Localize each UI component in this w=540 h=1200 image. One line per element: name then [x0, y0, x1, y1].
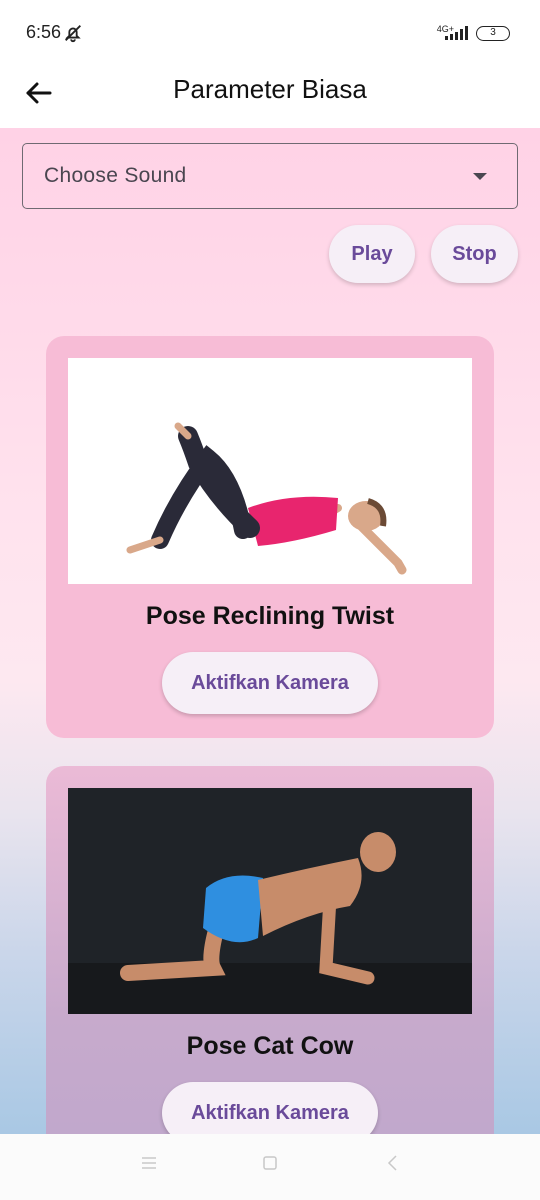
dropdown-label: Choose Sound — [44, 164, 187, 187]
back-icon[interactable] — [384, 1154, 402, 1172]
battery-icon: 3 — [476, 26, 510, 41]
menu-icon[interactable] — [140, 1154, 158, 1172]
pose-title: Pose Cat Cow — [186, 1032, 354, 1060]
signal-icon — [445, 26, 468, 40]
sound-dropdown[interactable]: Choose Sound — [22, 143, 518, 209]
page-title: Parameter Biasa — [173, 74, 367, 104]
play-button[interactable]: Play — [329, 225, 415, 283]
reclining-twist-photo — [68, 358, 472, 584]
pose-title: Pose Reclining Twist — [145, 602, 395, 630]
activate-camera-button[interactable]: Aktifkan Kamera — [162, 652, 378, 714]
caret-down-icon — [473, 173, 487, 180]
status-bar: 6:56 4G+ 3 — [0, 0, 540, 62]
pose-card: Pose Reclining Twist Aktifkan Kamera — [46, 336, 494, 738]
system-nav-bar — [0, 1134, 540, 1200]
activate-camera-button[interactable]: Aktifkan Kamera — [162, 1082, 378, 1134]
status-time: 6:56 — [26, 22, 62, 42]
stop-button[interactable]: Stop — [431, 225, 518, 283]
battery-level: 3 — [490, 27, 496, 38]
home-icon[interactable] — [261, 1154, 279, 1172]
bell-off-icon — [65, 25, 81, 43]
app-bar: Parameter Biasa — [0, 62, 540, 128]
main-content[interactable]: Choose Sound Play Stop Pose Reclining Tw… — [0, 128, 540, 1134]
cat-cow-photo — [68, 788, 472, 1014]
pose-card: Pose Cat Cow Aktifkan Kamera — [46, 766, 494, 1134]
